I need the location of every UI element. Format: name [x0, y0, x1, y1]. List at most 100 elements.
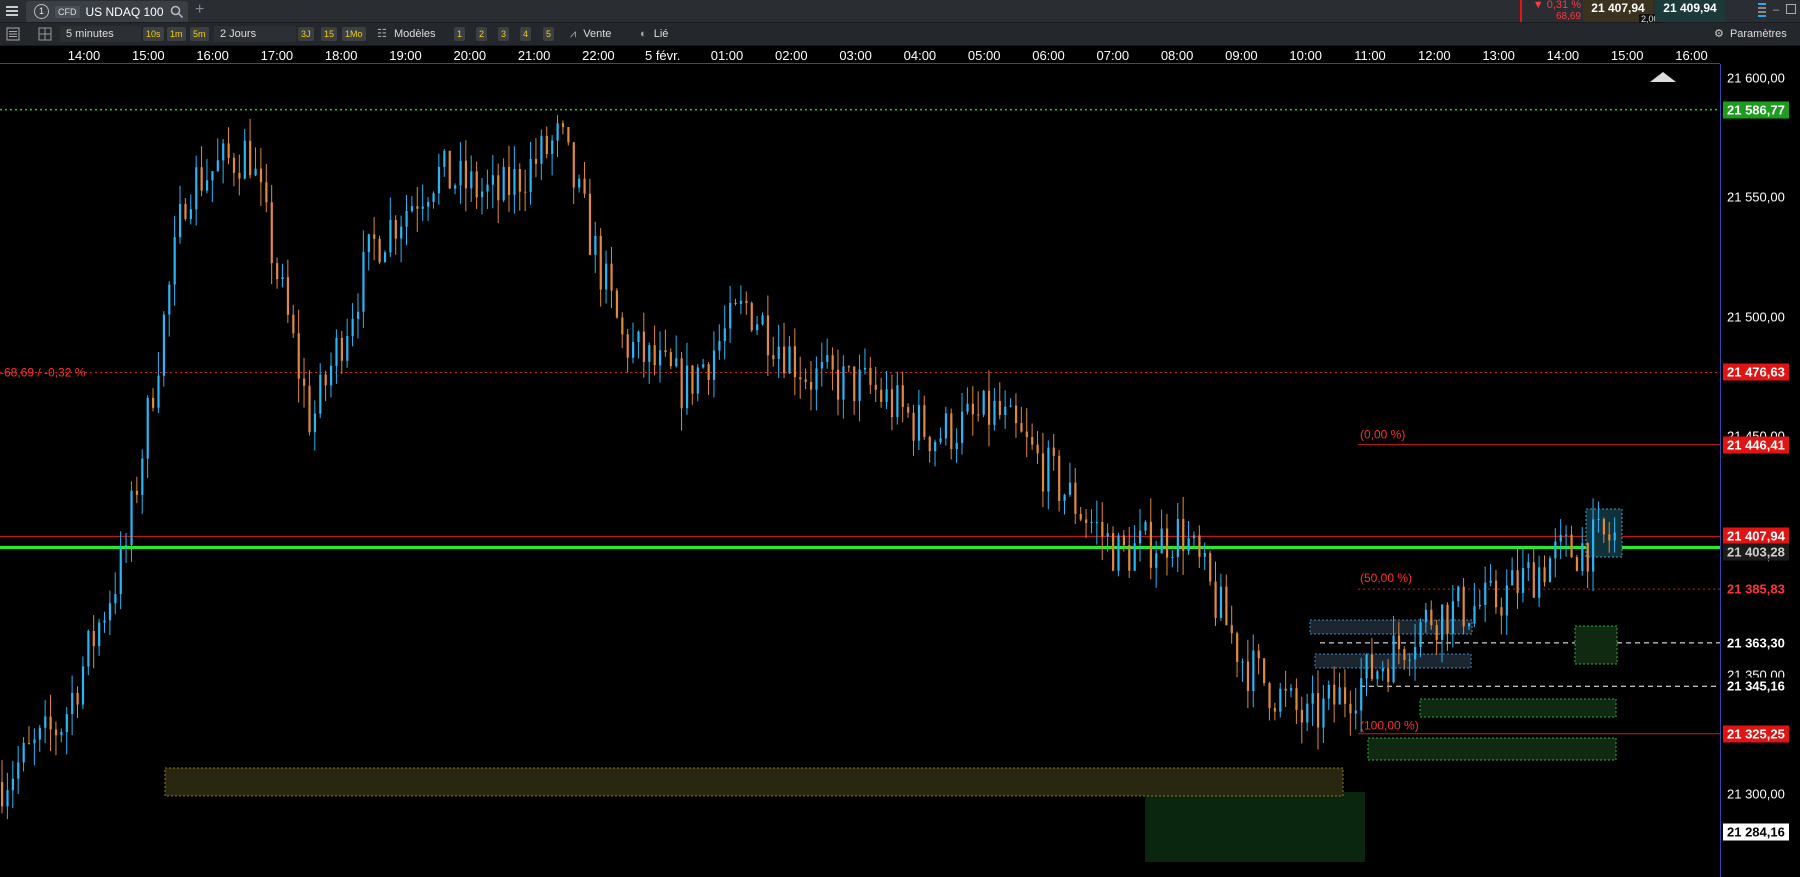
candle-up	[400, 226, 403, 239]
candle-up	[222, 143, 225, 161]
candle-up	[11, 778, 14, 791]
candle-up	[1521, 568, 1525, 593]
candle-up	[87, 630, 90, 667]
candle-down	[475, 171, 478, 198]
candle-up	[502, 166, 505, 201]
candle-down	[1602, 518, 1606, 535]
order-book-icon[interactable]	[1758, 2, 1766, 19]
layout-5-button[interactable]: 5	[543, 27, 555, 41]
candle-up	[966, 403, 969, 412]
candle-up	[718, 341, 721, 351]
candle-down	[561, 123, 565, 128]
candle-down	[1263, 658, 1266, 684]
range-15-button[interactable]: 15	[321, 27, 338, 41]
candle-up	[993, 400, 996, 425]
candle-up	[815, 368, 818, 390]
time-tick-label: 03:00	[839, 48, 872, 63]
candle-down	[303, 378, 306, 386]
candle-down	[270, 202, 273, 264]
interval-1m-button[interactable]: 1m	[167, 27, 186, 41]
candle-up	[1414, 647, 1417, 660]
settings-button[interactable]: ⚙ Paramètres	[1714, 26, 1787, 42]
candle-up	[405, 211, 408, 227]
candle-up	[1311, 693, 1314, 704]
candle-down	[804, 379, 807, 382]
candle-down	[1257, 650, 1260, 659]
candle-up	[81, 666, 85, 705]
ask-price-button[interactable]: 21 409,94	[1655, 0, 1725, 22]
candle-down	[54, 729, 58, 736]
candle-down	[507, 166, 511, 195]
change-points: 68,69	[1555, 11, 1581, 22]
candle-up	[33, 739, 36, 744]
candle-up	[961, 411, 964, 443]
candle-up	[459, 160, 462, 186]
candle-down	[1575, 557, 1579, 571]
layout-1-button[interactable]: 1	[454, 27, 466, 41]
time-tick-label: 10:00	[1289, 48, 1322, 63]
candle-up	[1306, 703, 1309, 723]
candle-down	[276, 263, 279, 280]
candle-up	[1063, 494, 1066, 501]
price-chart[interactable]: -68,69 / -0,32 % (0,00 %) (50,00 %) (100,00…	[0, 64, 1720, 877]
linked-button[interactable]: ◐ Lié	[640, 26, 668, 42]
candle-up	[22, 742, 25, 763]
candle-up	[1592, 519, 1595, 572]
candle-down	[1316, 693, 1320, 728]
candle-down	[664, 350, 667, 353]
candle-up	[313, 413, 317, 433]
interval-5m-button[interactable]: 5m	[190, 27, 209, 41]
candle-up	[389, 220, 392, 253]
search-icon[interactable]	[170, 5, 184, 19]
candle-up	[723, 328, 726, 342]
candle-down	[971, 403, 974, 415]
list-icon[interactable]	[6, 27, 20, 41]
candle-up	[254, 168, 257, 176]
layout-2-button[interactable]: 2	[476, 27, 488, 41]
price-tick-label: 21 600,00	[1727, 70, 1785, 86]
time-tick-label: 16:00	[196, 48, 229, 63]
models-button[interactable]: ☷ Modèles	[377, 26, 436, 42]
candle-down	[416, 206, 419, 209]
menu-icon[interactable]	[6, 4, 18, 17]
candle-up	[443, 150, 446, 168]
candle-down	[1268, 683, 1271, 709]
candle-up	[939, 438, 942, 442]
candle-up	[1192, 535, 1196, 539]
candle-down	[874, 384, 877, 390]
add-tab-icon[interactable]: +	[195, 1, 204, 19]
sell-button[interactable]: ⩘ Vente	[570, 26, 611, 42]
candle-down	[610, 263, 613, 291]
quote-panel: ▼ 0,31 % 68,69 21 407,94 2,00 21 409,94	[1520, 0, 1730, 24]
layout-grid-icon[interactable]	[38, 27, 52, 41]
candle-down	[378, 238, 381, 263]
candle-down	[901, 385, 904, 408]
range-3j-button[interactable]: 3J	[298, 27, 314, 41]
candle-down	[1333, 684, 1336, 705]
instrument-tab[interactable]: 1 CFD US NDAQ 100	[26, 1, 188, 22]
range-select[interactable]: 2 Jours	[214, 26, 296, 42]
candle-down	[152, 397, 155, 408]
timeframe-select[interactable]: 5 minutes	[60, 26, 141, 42]
candle-up	[712, 350, 716, 380]
candle-up	[437, 167, 441, 194]
candle-up	[367, 234, 370, 253]
range-1mo-button[interactable]: 1Mo	[342, 27, 366, 41]
candle-up	[421, 206, 424, 209]
candle-up	[885, 389, 888, 402]
candle-down	[249, 140, 252, 176]
layout-4-button[interactable]: 4	[520, 27, 532, 41]
candle-up	[1441, 604, 1444, 640]
minimize-icon[interactable]: –	[1773, 4, 1779, 16]
interval-10s-button[interactable]: 10s	[143, 27, 164, 41]
restore-icon[interactable]	[1786, 4, 1796, 14]
candle-down	[1101, 522, 1104, 537]
candle-down	[793, 346, 797, 378]
candle-down	[1182, 519, 1185, 552]
candle-up	[1133, 543, 1136, 571]
candle-up	[696, 367, 699, 394]
layout-3-button[interactable]: 3	[498, 27, 510, 41]
candle-down	[847, 366, 850, 368]
candle-up	[119, 546, 122, 595]
candle-up	[1176, 519, 1179, 557]
